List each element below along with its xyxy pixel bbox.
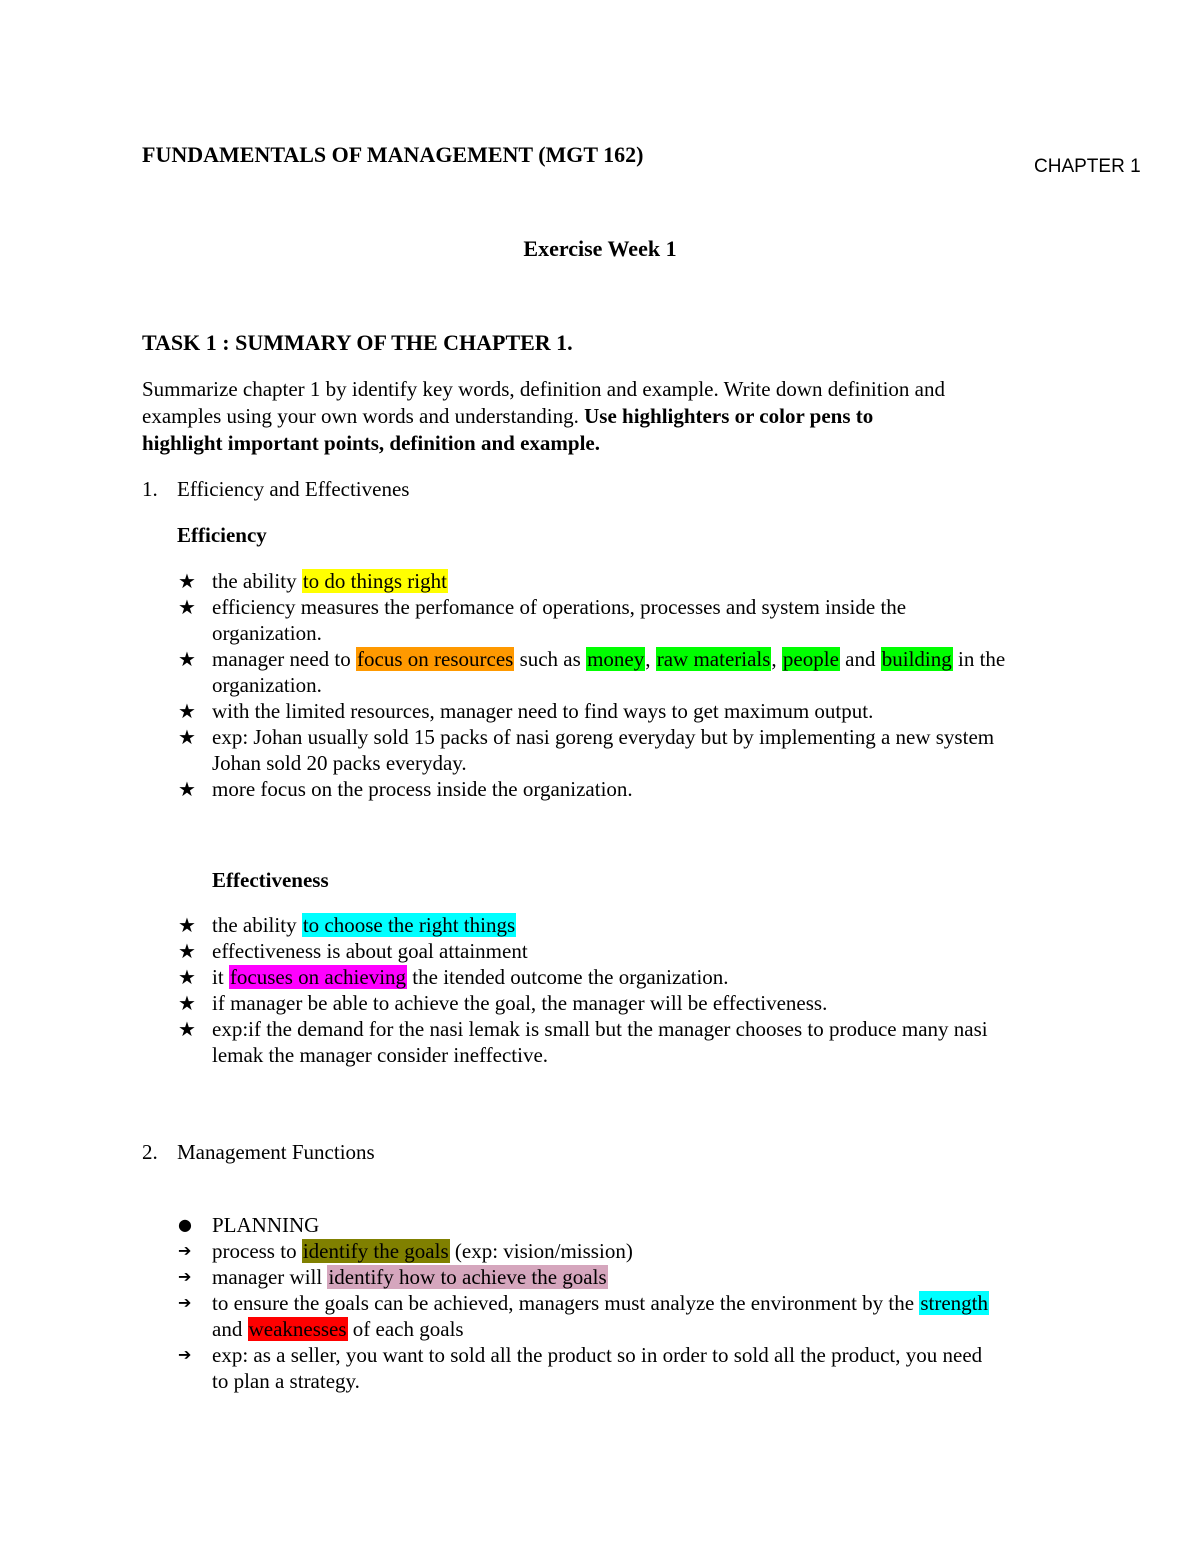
item-text: exp:if the demand for the nasi lemak is … [212,1017,988,1041]
star-icon: ★ [178,725,196,749]
star-icon: ★ [178,1017,196,1041]
highlight-olive: identify the goals [301,1239,450,1263]
item-text: , [645,647,656,671]
arrow-right-icon: ➔ [178,1345,192,1364]
item-text: to ensure the goals can be achieved, man… [212,1291,920,1315]
item-text-continued: to plan a strategy. [212,1369,360,1393]
highlight-cyan: to choose the right things [301,913,517,937]
item-text: the ability [212,913,302,937]
item-text: such as [514,647,587,671]
highlight-green: people [781,647,840,671]
section-title: Management Functions [177,1140,375,1164]
item-text: it [212,965,229,989]
star-icon: ★ [178,777,196,801]
item-text: manager will [212,1265,328,1289]
item-text: the ability [212,569,302,593]
highlight-magenta: focuses on achieving [228,965,408,989]
item-text: more focus on the process inside the org… [212,777,633,801]
item-text: of each goals [347,1317,464,1341]
star-icon: ★ [178,965,196,989]
item-text: exp: Johan usually sold 15 packs of nasi… [212,725,995,749]
star-icon: ★ [178,991,196,1015]
highlight-cyan: strength [919,1291,989,1315]
highlight-green: money [586,647,646,671]
arrow-right-icon: ➔ [178,1293,192,1312]
item-text: effectiveness is about goal attainment [212,939,528,963]
chapter-label: CHAPTER 1 [1034,156,1141,177]
planning-label: PLANNING [212,1213,320,1237]
item-text: process to [212,1239,302,1263]
section-number: 2. [142,1140,158,1164]
highlight-green: building [880,647,953,671]
item-text: exp: as a seller, you want to sold all t… [212,1343,983,1367]
item-text: and [212,1317,248,1341]
item-text-continued: and weaknesses of each goals [212,1316,464,1342]
star-icon: ★ [178,647,196,671]
instructions-line-3: highlight important points, definition a… [142,431,600,455]
arrow-right-icon: ➔ [178,1241,192,1260]
highlight-green: raw materials [655,647,772,671]
item-text: (exp: vision/mission) [449,1239,633,1263]
star-icon: ★ [178,569,196,593]
item-text: if manager be able to achieve the goal, … [212,991,828,1015]
arrow-right-icon: ➔ [178,1267,192,1286]
item-text: , [771,647,782,671]
instructions-plain: examples using your own words and unders… [142,404,585,428]
item-text: the itended outcome the organization. [407,965,729,989]
highlight-yellow: to do things right [301,569,448,593]
instructions-bold: Use highlighters or color pens to [584,404,874,428]
exercise-title: Exercise Week 1 [523,236,677,261]
instructions-line-1: Summarize chapter 1 by identify key word… [142,377,945,401]
section-title: Efficiency and Effectivenes [177,477,410,501]
item-text: and [839,647,881,671]
star-icon: ★ [178,913,196,937]
star-icon: ★ [178,699,196,723]
item-text-continued: organization. [212,621,322,645]
effectiveness-heading: Effectiveness [212,868,329,892]
section-number: 1. [142,477,158,501]
item-text-continued: Johan sold 20 packs everyday. [212,751,467,775]
item-text: manager need to [212,647,357,671]
item-text: in the [952,647,1006,671]
star-icon: ★ [178,939,196,963]
item-text-continued: organization. [212,673,322,697]
instructions-line-2: examples using your own words and unders… [142,403,873,429]
efficiency-heading: Efficiency [177,523,267,547]
star-icon: ★ [178,595,196,619]
highlight-red: weaknesses [247,1317,348,1341]
bullet-dot-icon: ● [178,1215,192,1234]
item-text: efficiency measures the perfomance of op… [212,595,907,619]
course-title: FUNDAMENTALS OF MANAGEMENT (MGT 162) [142,142,644,167]
highlight-pink: identify how to achieve the goals [327,1265,608,1289]
task-title: TASK 1 : SUMMARY OF THE CHAPTER 1. [142,330,573,355]
highlight-orange: focus on resources [356,647,515,671]
item-text: with the limited resources, manager need… [212,699,874,723]
item-text-continued: lemak the manager consider ineffective. [212,1043,549,1067]
